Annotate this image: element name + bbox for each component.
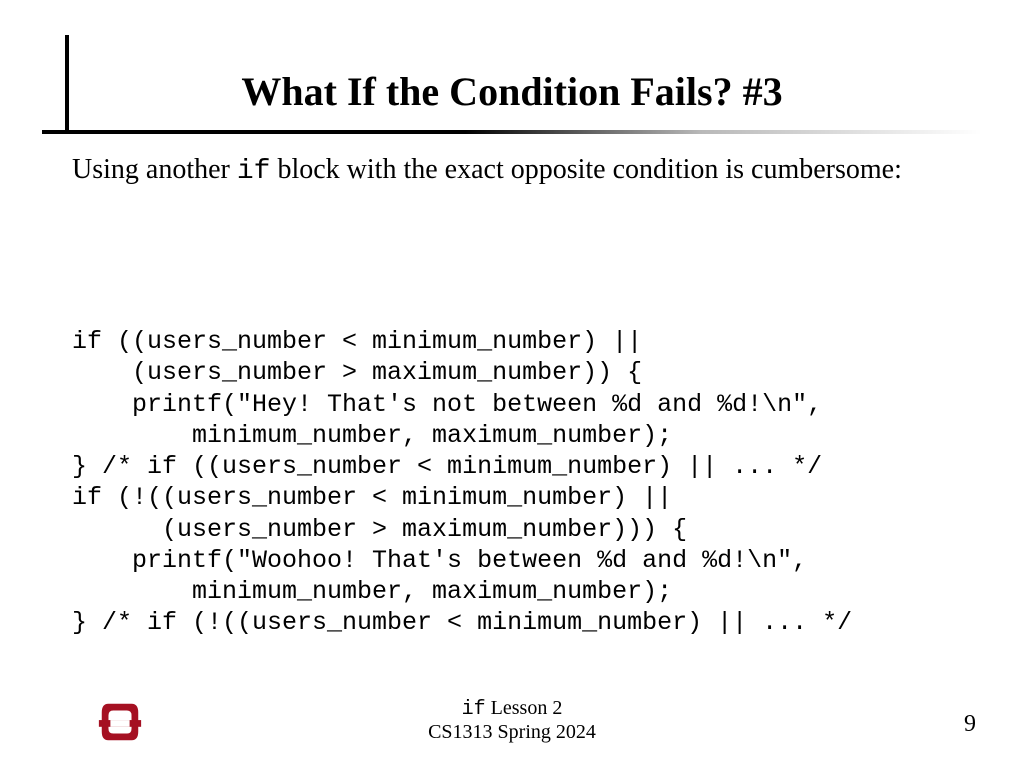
slide-title: What If the Condition Fails? #3 (0, 68, 1024, 115)
body-keyword-if: if (237, 156, 271, 187)
code-block: if ((users_number < minimum_number) || (… (72, 326, 852, 639)
footer-keyword-if: if (462, 698, 486, 721)
slide-body: Using another if block with the exact op… (72, 152, 972, 189)
slide-footer: if Lesson 2 CS1313 Spring 2024 (0, 697, 1024, 744)
ou-logo-icon (96, 698, 144, 746)
page-number: 9 (964, 711, 976, 738)
footer-course: CS1313 Spring 2024 (0, 721, 1024, 744)
body-text-post: block with the exact opposite condition … (270, 154, 901, 185)
body-text-pre: Using another (72, 154, 237, 185)
university-logo (96, 698, 144, 746)
horizontal-rule (42, 130, 982, 134)
footer-lesson: Lesson 2 (486, 697, 563, 719)
